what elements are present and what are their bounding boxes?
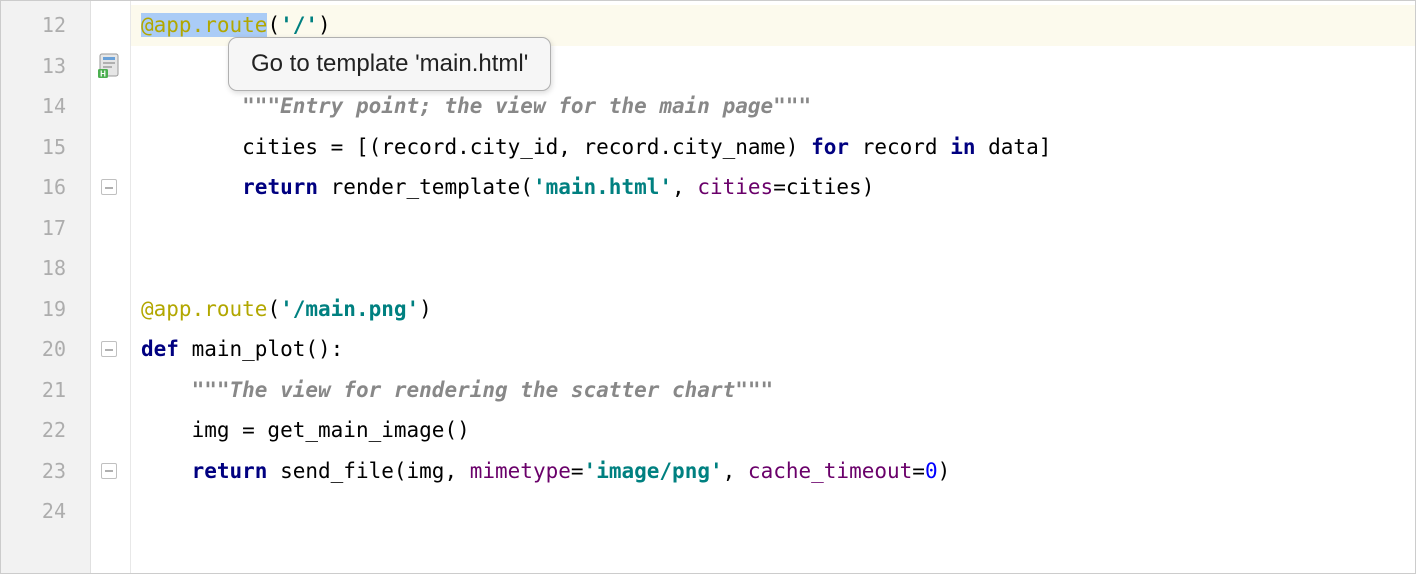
code-line[interactable] bbox=[131, 491, 1415, 532]
code-line[interactable]: return render_template('main.html', citi… bbox=[131, 167, 1415, 208]
fold-collapse-icon[interactable] bbox=[101, 341, 117, 357]
line-number[interactable]: 23 bbox=[1, 451, 90, 492]
fold-collapse-icon[interactable] bbox=[101, 463, 117, 479]
code-line[interactable]: def main_plot(): bbox=[131, 329, 1415, 370]
code-line[interactable]: """Entry point; the view for the main pa… bbox=[131, 86, 1415, 127]
go-to-template-tooltip[interactable]: Go to template 'main.html' bbox=[228, 37, 551, 91]
decorator-text: @app.route bbox=[141, 297, 267, 321]
code-line[interactable]: return send_file(img, mimetype='image/pn… bbox=[131, 451, 1415, 492]
code-line[interactable]: img = get_main_image() bbox=[131, 410, 1415, 451]
line-number[interactable]: 17 bbox=[1, 208, 90, 249]
line-number[interactable]: 18 bbox=[1, 248, 90, 289]
gutter-icon-column: H bbox=[91, 1, 131, 573]
line-number[interactable]: 16 bbox=[1, 167, 90, 208]
template-nav-icon[interactable]: H bbox=[97, 53, 123, 79]
code-area[interactable]: @app.route('/') """Entry point; the view… bbox=[131, 1, 1415, 573]
line-number[interactable]: 19 bbox=[1, 289, 90, 330]
svg-text:H: H bbox=[100, 69, 106, 78]
line-number[interactable]: 20 bbox=[1, 329, 90, 370]
docstring: """Entry point; the view for the main pa… bbox=[242, 94, 811, 118]
code-line[interactable]: """The view for rendering the scatter ch… bbox=[131, 370, 1415, 411]
code-line[interactable] bbox=[131, 208, 1415, 249]
line-number[interactable]: 22 bbox=[1, 410, 90, 451]
code-line[interactable]: @app.route('/main.png') bbox=[131, 289, 1415, 330]
decorator-text: @app.route bbox=[141, 13, 267, 37]
line-number[interactable]: 12 bbox=[1, 5, 90, 46]
line-number[interactable]: 14 bbox=[1, 86, 90, 127]
line-number[interactable]: 15 bbox=[1, 127, 90, 168]
line-number[interactable]: 21 bbox=[1, 370, 90, 411]
line-number-gutter: 12 13 14 15 16 17 18 19 20 21 22 23 24 bbox=[1, 1, 91, 573]
fold-collapse-icon[interactable] bbox=[101, 179, 117, 195]
line-number[interactable]: 24 bbox=[1, 491, 90, 532]
code-line[interactable]: cities = [(record.city_id, record.city_n… bbox=[131, 127, 1415, 168]
docstring: """The view for rendering the scatter ch… bbox=[192, 378, 774, 402]
line-number[interactable]: 13 bbox=[1, 46, 90, 87]
code-editor[interactable]: 12 13 14 15 16 17 18 19 20 21 22 23 24 H bbox=[1, 1, 1415, 573]
code-line[interactable] bbox=[131, 248, 1415, 289]
